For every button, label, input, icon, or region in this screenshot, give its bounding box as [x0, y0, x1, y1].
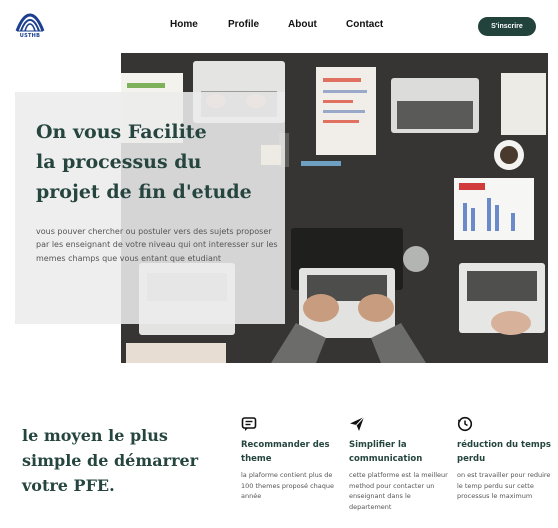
feature-title: Simplifier la communication: [349, 440, 423, 464]
logo-text: USTHB: [19, 33, 41, 39]
feature-text: on est travailler pour reduire le temp p…: [457, 471, 551, 500]
nav-link-about[interactable]: About: [288, 19, 317, 30]
feature-card-time: réduction du temps perdu on est travaill…: [457, 416, 557, 502]
feature-card-communication: Simplifier la communication cette platfo…: [349, 416, 449, 512]
university-logo[interactable]: USTHB: [15, 13, 45, 40]
section-title-line: simple de démarrer: [22, 451, 199, 470]
feature-title: Recommander des theme: [241, 440, 330, 464]
send-icon: [350, 416, 365, 431]
signup-button[interactable]: S'inscrire: [478, 17, 536, 36]
section-title-line: votre PFE.: [22, 476, 115, 495]
nav-link-contact[interactable]: Contact: [346, 19, 383, 30]
hero-description: vous pouver chercher ou postuler vers de…: [36, 227, 278, 263]
feature-card-recommend: Recommander des theme la plaforme contie…: [241, 416, 341, 502]
feature-title: réduction du temps perdu: [457, 440, 551, 464]
hero-title-line: projet de fin d'etude: [36, 181, 252, 203]
hero-title-line: la processus du: [36, 151, 202, 173]
top-navbar: USTHB Home Profile About Contact S'inscr…: [0, 0, 558, 52]
nav-link-home[interactable]: Home: [170, 19, 198, 30]
logo-arches-icon: [15, 13, 45, 32]
clock-icon: [457, 416, 473, 432]
section-title-line: le moyen le plus: [22, 426, 168, 445]
feature-text: cette platforme est la meilleur method p…: [349, 471, 448, 511]
section-title: le moyen le plus simple de démarrer votr…: [22, 423, 232, 498]
nav-link-profile[interactable]: Profile: [228, 19, 259, 30]
hero-title-line: On vous Facilite: [36, 121, 207, 143]
feature-text: la plaforme contient plus de 100 themes …: [241, 471, 335, 500]
message-icon: [241, 417, 257, 431]
hero-title: On vous Facilite la processus du projet …: [36, 117, 276, 207]
